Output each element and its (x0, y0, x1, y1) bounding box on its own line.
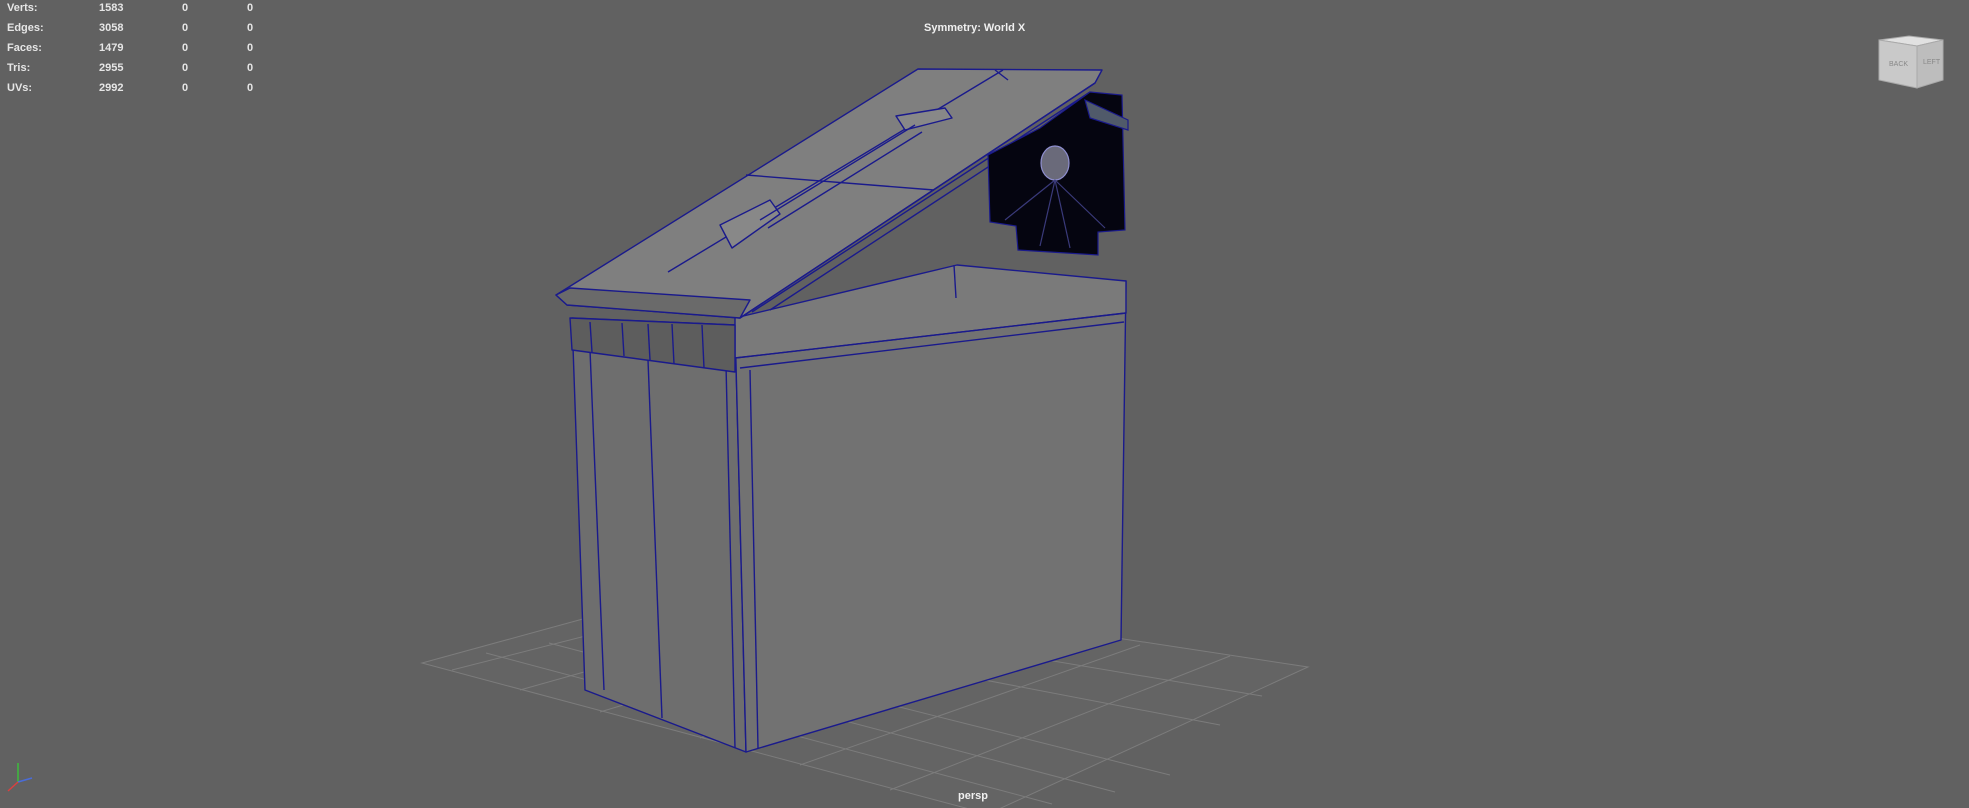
viewcube-back-label: BACK (1889, 61, 1908, 68)
camera-label: persp (958, 790, 988, 802)
scene-canvas[interactable] (0, 0, 1969, 808)
axis-gizmo (7, 763, 33, 792)
viewcube-widget[interactable]: BACK LEFT (1875, 28, 1947, 93)
viewport-persp[interactable]: Verts: 1583 0 0 Edges: 3058 0 0 Faces: 1… (0, 0, 1969, 808)
z-axis-icon (17, 777, 33, 783)
x-axis-icon (7, 781, 19, 792)
viewcube-left-label: LEFT (1923, 59, 1941, 66)
